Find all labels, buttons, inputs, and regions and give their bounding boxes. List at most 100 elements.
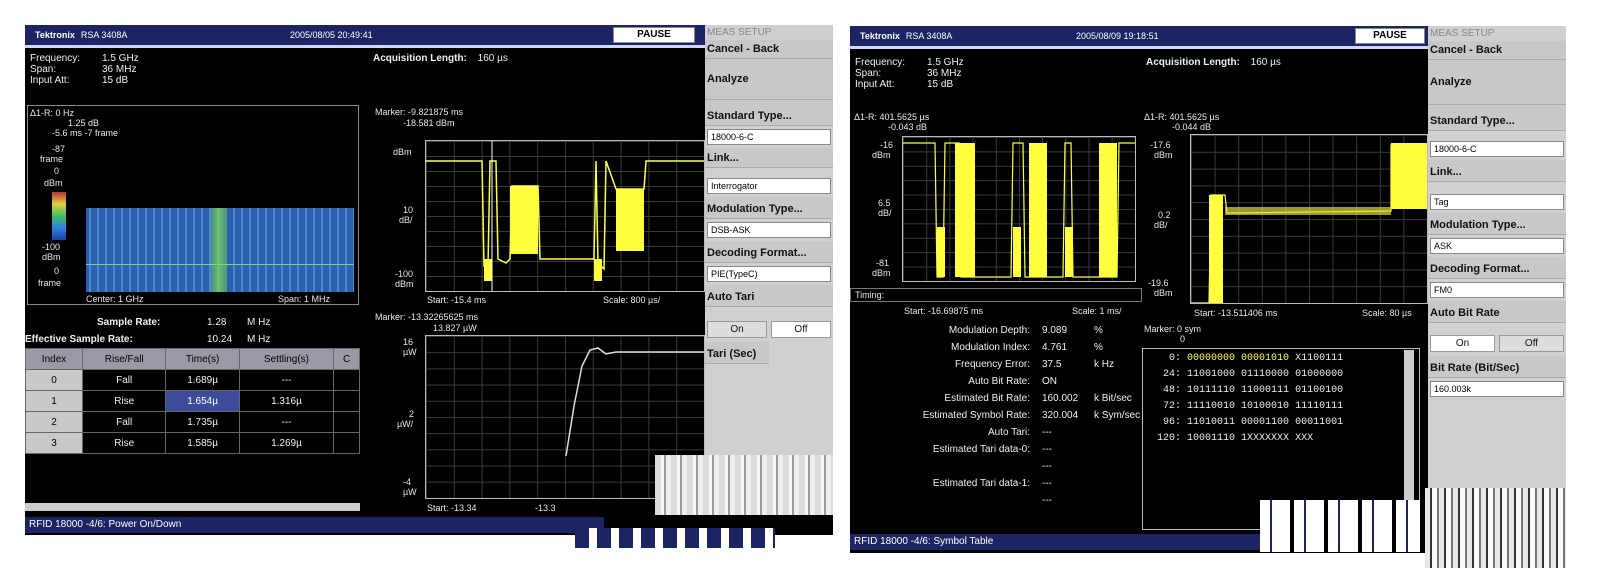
timing-plot-zoom[interactable] bbox=[1190, 134, 1428, 304]
symbol-row: 120: 10001110 1XXXXXXX XXX bbox=[1147, 431, 1415, 447]
off-button[interactable]: Off bbox=[771, 321, 831, 338]
auto-tari-toggle[interactable]: On Off bbox=[707, 321, 831, 338]
decoding-format-field[interactable]: FM0 bbox=[1430, 282, 1564, 298]
image-artifact bbox=[1425, 488, 1566, 568]
table-row[interactable]: 1 Rise 1.654µ 1.316µ bbox=[25, 390, 360, 412]
analyze-button[interactable]: Analyze bbox=[1428, 60, 1566, 105]
cancel-back-button[interactable]: Cancel - Back bbox=[705, 40, 833, 59]
top-scale: Scale: 800 µs/ bbox=[603, 295, 661, 305]
table-scrollbar[interactable] bbox=[25, 503, 360, 511]
symbol-bits: 01110000 bbox=[1241, 369, 1290, 380]
model-label: RSA 3408A bbox=[80, 30, 128, 40]
standard-type-field[interactable]: 18000-6-C bbox=[707, 129, 831, 145]
power-vs-time-plot[interactable] bbox=[425, 140, 705, 292]
decoding-format-button[interactable]: Decoding Format... bbox=[1428, 257, 1566, 279]
bottom-marker: Marker: -13.32265625 ms bbox=[375, 312, 479, 322]
decoding-format-field[interactable]: PIE(TypeC) bbox=[707, 266, 831, 282]
modulation-type-button[interactable]: Modulation Type... bbox=[1428, 213, 1566, 235]
meas-unit: k Bit/sec bbox=[1094, 393, 1132, 404]
symbol-index: 0: bbox=[1168, 353, 1181, 364]
bit-rate-field[interactable]: 160.003k bbox=[1430, 381, 1564, 397]
symbol-bits: 00000000 bbox=[1187, 353, 1236, 364]
symbol-row: 72: 11110010 10100010 11110111 bbox=[1147, 399, 1415, 415]
top-y-label: dB/ bbox=[399, 215, 413, 225]
meas-value: 160.002 bbox=[1042, 393, 1079, 404]
symbol-bits: 11010011 bbox=[1187, 417, 1236, 428]
modulation-type-field[interactable]: DSB-ASK bbox=[707, 222, 831, 238]
table-row[interactable]: 3 Rise 1.585µ 1.269µ bbox=[25, 432, 360, 454]
spectro-span: Span: 1 MHz bbox=[278, 294, 331, 304]
right-y-label: dBm bbox=[1154, 288, 1173, 298]
symbol-bits: X1100111 bbox=[1295, 353, 1344, 364]
meas-key: Modulation Index: bbox=[951, 342, 1030, 353]
analyze-button[interactable]: Analyze bbox=[705, 59, 833, 100]
meas-value: 320.004 bbox=[1042, 410, 1079, 421]
cancel-back-button[interactable]: Cancel - Back bbox=[1428, 41, 1566, 60]
sample-rate-value: 1.28 bbox=[207, 317, 227, 328]
table-row[interactable]: 0 Fall 1.689µ --- bbox=[25, 369, 360, 391]
pause-button[interactable]: PAUSE bbox=[1355, 28, 1425, 44]
link-field[interactable]: Tag bbox=[1430, 194, 1564, 210]
symbol-row: 96: 11010011 00001100 00011001 bbox=[1147, 415, 1415, 431]
rise-fall-table: Index Rise/Fall Time(s) Settling(s) C 0 … bbox=[25, 348, 360, 454]
on-button[interactable]: On bbox=[1430, 335, 1495, 352]
brand-label: Tektronix bbox=[35, 30, 75, 40]
symbol-row: 24: 11001000 01110000 01000000 bbox=[1147, 367, 1415, 383]
meas-value: 4.761 bbox=[1042, 342, 1068, 353]
right-y-label: 0.2 bbox=[1158, 210, 1171, 220]
modulation-type-field[interactable]: ASK bbox=[1430, 238, 1564, 254]
meas-key: Auto Tari: bbox=[987, 427, 1030, 438]
table-cell: 3 bbox=[25, 432, 84, 454]
link-button[interactable]: Link... bbox=[705, 148, 833, 168]
meas-value: ON bbox=[1042, 376, 1057, 387]
meas-value: --- bbox=[1042, 478, 1052, 489]
auto-bit-rate-toggle[interactable]: On Off bbox=[1430, 335, 1564, 352]
acq-value: 160 µs bbox=[1250, 57, 1281, 68]
top-y-label: 10 bbox=[403, 205, 414, 215]
status-bar: RFID 18000 -4/6: Power On/Down bbox=[25, 517, 604, 533]
meas-key bbox=[850, 492, 1042, 509]
left-y-label: -81 bbox=[876, 258, 890, 268]
meas-key: Frequency Error: bbox=[954, 359, 1030, 370]
symbol-marker-value: 0 bbox=[1180, 334, 1186, 344]
modulation-type-button[interactable]: Modulation Type... bbox=[705, 197, 833, 219]
top-y-label: -100 bbox=[395, 269, 414, 279]
image-artifact bbox=[655, 455, 833, 515]
meas-value: --- bbox=[1042, 461, 1052, 472]
on-button[interactable]: On bbox=[707, 321, 767, 338]
standard-type-button[interactable]: Standard Type... bbox=[1428, 105, 1566, 131]
bottom-y-label: -4 bbox=[403, 477, 412, 487]
table-row[interactable]: 2 Fall 1.735µ --- bbox=[25, 411, 360, 433]
standard-type-field[interactable]: 18000-6-C bbox=[1430, 141, 1564, 157]
table-header: Rise/Fall bbox=[82, 348, 167, 370]
symbol-bits: 10111110 bbox=[1187, 385, 1236, 396]
off-button[interactable]: Off bbox=[1499, 335, 1564, 352]
decoding-format-button[interactable]: Decoding Format... bbox=[705, 241, 833, 263]
right-delta: Δ1-R: 401.5625 µs bbox=[1144, 112, 1220, 122]
tari-sec-button[interactable]: Tari (Sec) bbox=[705, 342, 769, 364]
symbol-bits: 1XXXXXXX bbox=[1241, 433, 1290, 444]
bottom-y-label: µW/ bbox=[397, 419, 414, 429]
top-y-label: dBm bbox=[393, 147, 412, 157]
image-artifact bbox=[1260, 500, 1420, 552]
timing-plot-wide[interactable] bbox=[902, 136, 1136, 282]
meas-unit: % bbox=[1094, 325, 1103, 336]
link-field[interactable]: Interrogator bbox=[707, 178, 831, 194]
pause-button[interactable]: PAUSE bbox=[613, 27, 695, 43]
standard-type-button[interactable]: Standard Type... bbox=[705, 100, 833, 126]
link-button[interactable]: Link... bbox=[1428, 160, 1566, 182]
symbol-bits: 10100010 bbox=[1241, 401, 1290, 412]
timestamp: 2005/08/05 20:49:41 bbox=[290, 30, 373, 40]
info-value: 15 dB bbox=[927, 79, 954, 90]
meas-key: Estimated Symbol Rate: bbox=[922, 410, 1030, 421]
symbol-table-scrollbar[interactable] bbox=[1404, 350, 1414, 522]
analyzer-screen-symbol-table: Tektronix RSA 3408A 2005/08/09 19:18:51 … bbox=[850, 26, 1566, 553]
table-cell-selected[interactable]: 1.654µ bbox=[165, 390, 240, 412]
acq-value: 160 µs bbox=[477, 53, 508, 64]
info-block: Frequency: 1.5 GHz Span: 36 MHz Input Att:… bbox=[855, 57, 964, 90]
bottom-y-label: 2 bbox=[409, 409, 415, 419]
spectro-tick: -100 bbox=[42, 242, 61, 252]
model-label: RSA 3408A bbox=[905, 31, 953, 41]
bit-rate-button[interactable]: Bit Rate (Bit/Sec) bbox=[1428, 356, 1566, 378]
table-cell: 1.735µ bbox=[165, 411, 240, 433]
